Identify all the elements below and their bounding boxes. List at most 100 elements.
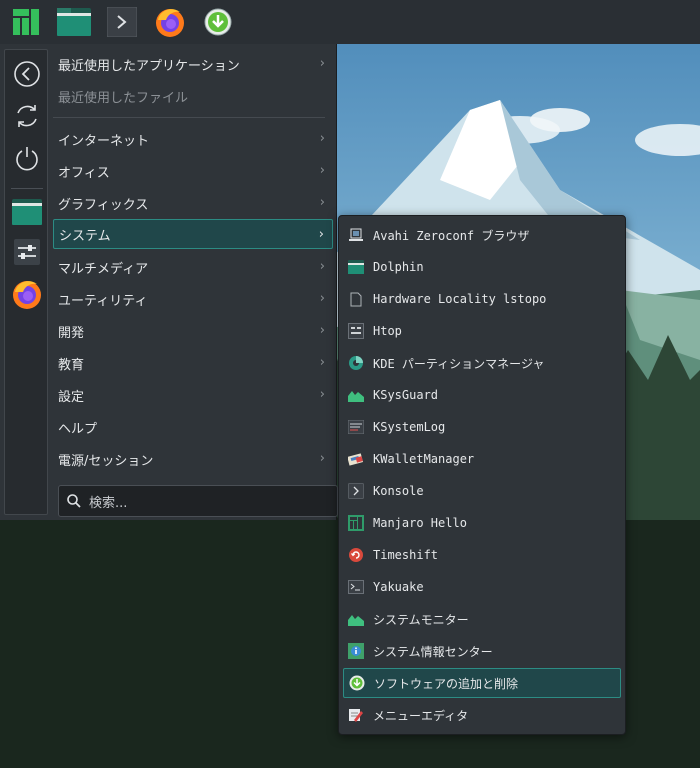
shutdown-button[interactable] (9, 140, 45, 176)
menu-item-htop[interactable]: Htop (343, 316, 621, 346)
power-icon (16, 147, 38, 171)
firefox-icon (13, 281, 41, 309)
back-button[interactable] (9, 56, 45, 92)
system-monitor-icon (348, 615, 364, 626)
menu-item-menu-editor[interactable]: メニューエディタ (343, 700, 621, 730)
menu-item-label: Hardware Locality lstopo (373, 292, 547, 306)
menu-item-label: KSystemLog (373, 420, 446, 434)
wallet-icon (348, 453, 364, 466)
favorite-firefox[interactable] (9, 276, 45, 312)
category-utilities[interactable]: ユーティリティ › (53, 284, 333, 314)
software-install-icon (204, 8, 232, 36)
category-label: グラフィックス (58, 197, 149, 213)
terminal-icon (107, 7, 137, 37)
task-dolphin-button[interactable] (52, 0, 96, 44)
menu-item-label: Htop (373, 324, 402, 338)
category-office[interactable]: オフィス › (53, 156, 333, 186)
menu-item-dolphin[interactable]: Dolphin (343, 252, 621, 282)
category-system[interactable]: システム › (53, 219, 333, 249)
menu-item-ksysguard[interactable]: KSysGuard (343, 380, 621, 410)
menu-editor-icon (349, 709, 363, 722)
category-label: ヘルプ (58, 421, 98, 437)
timeshift-icon (349, 548, 363, 562)
menu-item-software-install[interactable]: ソフトウェアの追加と削除 (343, 668, 621, 698)
category-education[interactable]: 教育 › (53, 348, 333, 378)
menu-item-label: ソフトウェアの追加と削除 (374, 676, 519, 691)
application-launcher-menu: 最近使用したアプリケーション › 最近使用したファイル インターネット › オフ… (0, 44, 338, 520)
category-multimedia[interactable]: マルチメディア › (53, 252, 333, 282)
search-input[interactable]: 検索... (58, 485, 338, 517)
category-recent-files[interactable]: 最近使用したファイル (53, 81, 333, 111)
menu-item-label: KDE パーティションマネージャ (373, 356, 545, 371)
terminal-icon (348, 483, 364, 499)
chevron-right-icon: › (319, 259, 325, 274)
document-icon (350, 292, 362, 306)
category-graphics[interactable]: グラフィックス › (53, 188, 333, 218)
category-label: 最近使用したファイル (58, 90, 189, 106)
settings-sliders-icon (14, 239, 40, 265)
menu-item-timeshift[interactable]: Timeshift (343, 540, 621, 570)
category-development[interactable]: 開発 › (53, 316, 333, 346)
menu-item-avahi[interactable]: Avahi Zeroconf ブラウザ (343, 220, 621, 250)
menu-item-label: Yakuake (373, 580, 424, 594)
menu-item-kwalletmanager[interactable]: KWalletManager (343, 444, 621, 474)
info-center-icon (348, 643, 364, 659)
menu-item-label: Dolphin (373, 260, 424, 274)
category-label: 開発 (58, 325, 85, 341)
menu-item-yakuake[interactable]: Yakuake (343, 572, 621, 602)
menu-item-partition-manager[interactable]: KDE パーティションマネージャ (343, 348, 621, 378)
menu-item-ksystemlog[interactable]: KSystemLog (343, 412, 621, 442)
chevron-right-icon: › (319, 163, 325, 178)
category-label: マルチメディア (58, 261, 149, 277)
menu-item-label: システムモニター (373, 612, 469, 627)
category-label: ユーティリティ (58, 293, 148, 309)
chevron-right-icon: › (319, 323, 325, 338)
menu-item-label: KSysGuard (373, 388, 439, 402)
category-label: オフィス (58, 165, 110, 181)
chevron-right-icon: › (319, 291, 325, 306)
menu-item-manjaro-hello[interactable]: Manjaro Hello (343, 508, 621, 538)
category-label: 電源/セッション (58, 453, 154, 469)
category-recent-apps[interactable]: 最近使用したアプリケーション › (53, 49, 333, 79)
favorite-system-settings[interactable] (9, 234, 45, 270)
favorite-dolphin[interactable] (9, 194, 45, 230)
favorites-sidebar (4, 49, 48, 515)
task-firefox-button[interactable] (148, 0, 192, 44)
log-icon (348, 420, 364, 434)
folder-icon (57, 8, 91, 36)
menu-item-label: Timeshift (373, 548, 439, 562)
htop-icon (348, 323, 364, 339)
chevron-right-icon: › (319, 355, 325, 370)
menu-item-lstopo[interactable]: Hardware Locality lstopo (343, 284, 621, 314)
firefox-icon (156, 9, 184, 37)
system-submenu: Avahi Zeroconf ブラウザ Dolphin Hardware Loc… (338, 215, 626, 735)
switch-user-button[interactable] (9, 98, 45, 134)
folder-icon (348, 260, 364, 274)
menu-item-label: KWalletManager (373, 452, 475, 466)
category-internet[interactable]: インターネット › (53, 124, 333, 154)
top-panel (0, 0, 700, 44)
chevron-right-icon: › (319, 387, 325, 402)
category-help[interactable]: ヘルプ (53, 412, 333, 442)
search-placeholder: 検索... (89, 495, 128, 511)
network-icon (349, 228, 363, 241)
menu-item-label: Avahi Zeroconf ブラウザ (373, 228, 530, 243)
category-divider (53, 117, 325, 118)
folder-icon (12, 199, 42, 225)
chevron-right-icon: › (319, 451, 325, 466)
category-label: 最近使用したアプリケーション (58, 58, 240, 74)
menu-item-label: メニューエディタ (373, 708, 469, 723)
task-software-install-button[interactable] (196, 0, 240, 44)
task-konsole-button[interactable] (100, 0, 144, 44)
category-power-session[interactable]: 電源/セッション › (53, 444, 333, 474)
menu-item-konsole[interactable]: Konsole (343, 476, 621, 506)
application-launcher-button[interactable] (4, 0, 48, 44)
menu-item-system-monitor[interactable]: システムモニター (343, 604, 621, 634)
menu-item-info-center[interactable]: システム情報センター (343, 636, 621, 666)
refresh-icon (17, 105, 37, 127)
yakuake-icon (348, 580, 364, 594)
category-settings[interactable]: 設定 › (53, 380, 333, 410)
chevron-right-icon: › (319, 131, 325, 146)
system-monitor-icon (348, 391, 364, 402)
chevron-right-icon: › (319, 195, 325, 210)
